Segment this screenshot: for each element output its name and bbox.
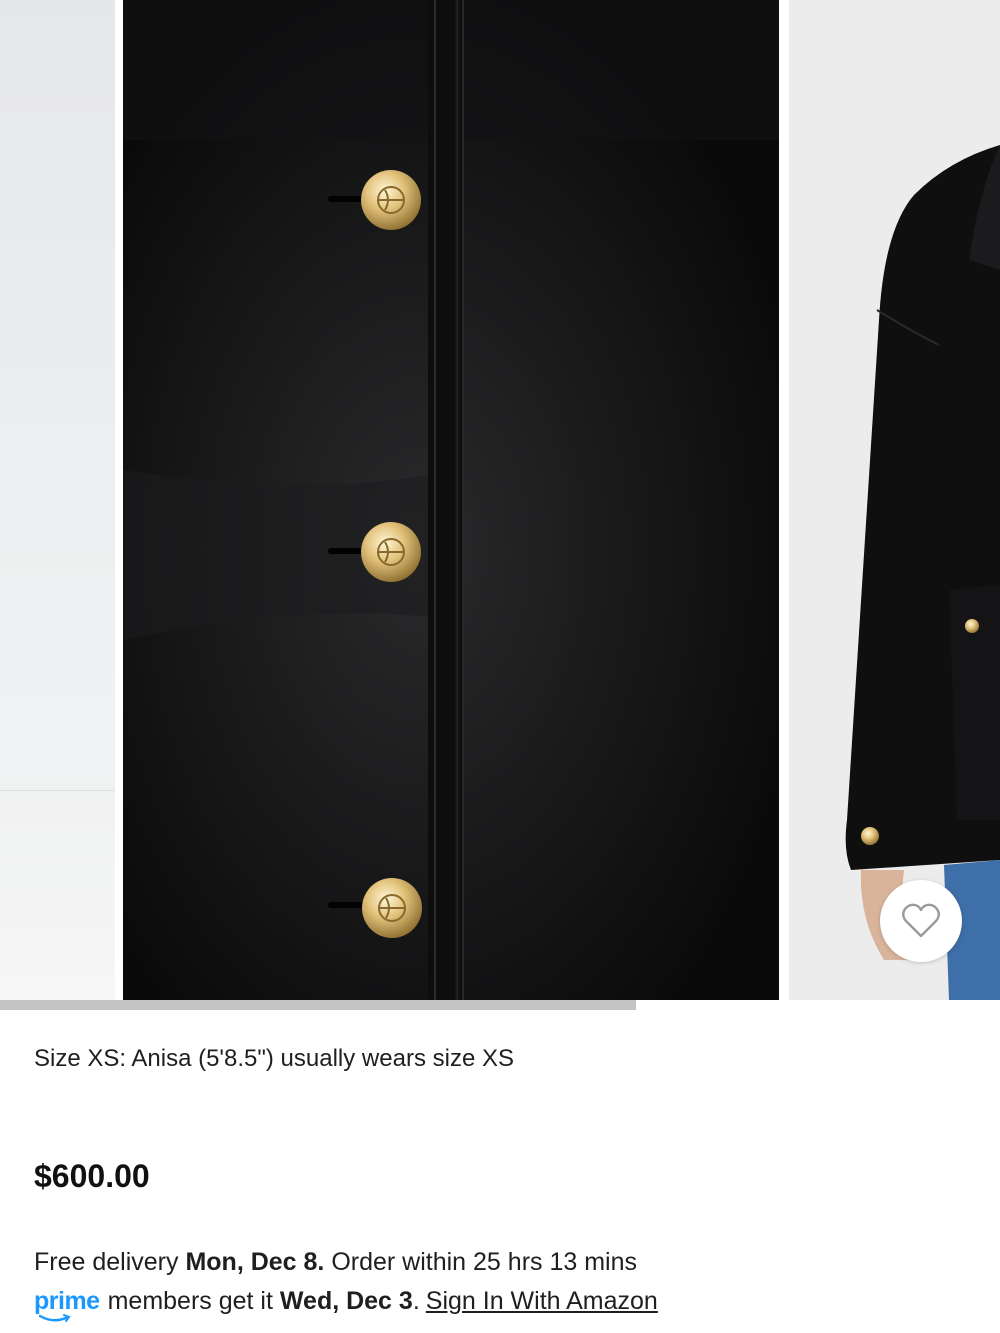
product-image-gallery[interactable] <box>0 0 1000 1000</box>
model-side-illustration <box>789 0 1000 1000</box>
prime-delivery-date: Wed, Dec 3 <box>279 1287 413 1315</box>
delivery-prefix: Free delivery <box>34 1248 186 1276</box>
order-within-text: Order within 25 hrs 13 mins <box>324 1248 637 1276</box>
gold-button-top <box>361 170 421 230</box>
jacket-closeup-illustration <box>123 0 779 1000</box>
model-size-note: Size XS: Anisa (5'8.5") usually wears si… <box>34 1045 514 1072</box>
product-price: $600.00 <box>34 1158 150 1194</box>
gallery-scroll-progress-fill <box>0 1000 636 1010</box>
heart-outline-icon <box>902 903 940 938</box>
gallery-scroll-progress <box>0 1000 1000 1010</box>
prime-smile-icon <box>38 1314 71 1322</box>
prime-period: . <box>412 1287 420 1315</box>
prime-logo-text: prime <box>34 1287 100 1315</box>
favorite-button[interactable] <box>880 880 962 962</box>
sign-in-with-amazon-link[interactable]: Sign In With Amazon <box>426 1287 658 1316</box>
delivery-info: Free delivery Mon, Dec 8. Order within 2… <box>34 1248 637 1277</box>
gold-button-middle <box>361 522 421 582</box>
prime-logo: prime <box>34 1287 100 1322</box>
gallery-image-left[interactable] <box>0 0 115 1000</box>
gallery-image-main[interactable] <box>123 0 779 1000</box>
gold-button-bottom <box>362 878 422 938</box>
studio-floor <box>0 790 115 1000</box>
gallery-image-right[interactable] <box>789 0 1000 1000</box>
prime-members-text: members get it <box>107 1287 273 1315</box>
delivery-date: Mon, Dec 8. <box>185 1248 325 1276</box>
prime-delivery-info: prime members get it Wed, Dec 3. Sign In … <box>34 1287 658 1322</box>
